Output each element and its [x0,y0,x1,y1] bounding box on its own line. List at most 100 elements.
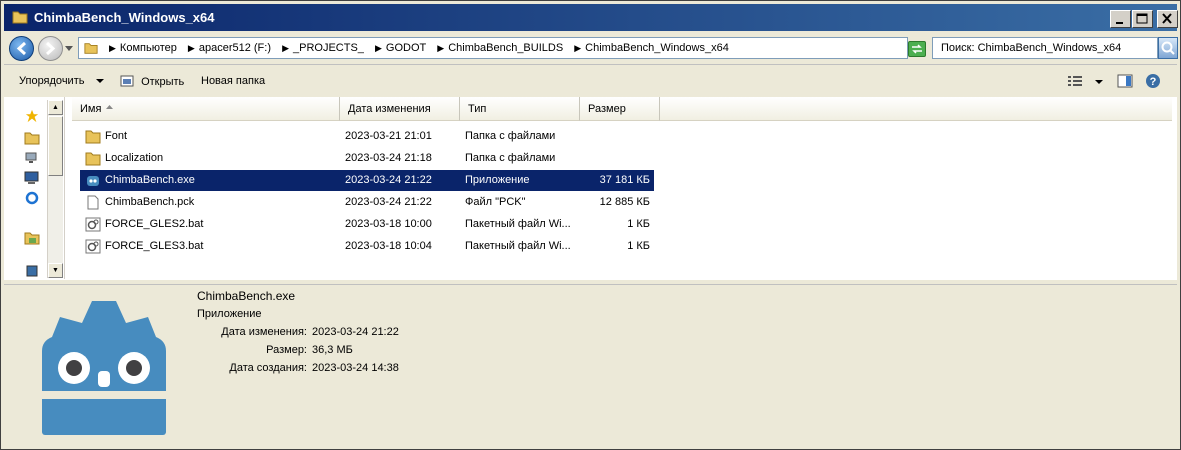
table-row[interactable]: FORCE_GLES2.bat 2023-03-18 10:00 Пакетны… [80,214,654,235]
help-icon[interactable]: ? [1145,73,1161,89]
favorites-star-icon[interactable] [24,109,40,123]
arrow-right-icon [45,41,56,56]
column-header-type[interactable]: Тип [460,97,580,121]
table-row[interactable]: FORCE_GLES3.bat 2023-03-18 10:04 Пакетны… [80,236,654,257]
close-icon [1162,13,1172,24]
back-button[interactable] [9,36,34,61]
file-name: Localization [105,152,164,164]
column-type-label: Тип [468,103,487,115]
column-size-label: Размер [588,103,626,115]
details-pane: ChimbaBench.exe Приложение Дата изменени… [4,285,1177,447]
search-icon [1161,41,1175,55]
sort-ascending-icon [106,105,113,109]
file-date: 2023-03-18 10:00 [345,218,432,230]
view-options-icon[interactable] [1067,74,1083,88]
search-button[interactable] [1158,37,1178,59]
file-date: 2023-03-24 21:18 [345,152,432,164]
scroll-thumb[interactable] [48,116,63,176]
details-size-value: 36,3 МБ [312,344,353,356]
breadcrumb-item-current[interactable]: ChimbaBench_Windows_x64 [585,42,729,54]
open-label: Открыть [141,76,185,88]
details-modified-value: 2023-03-24 21:22 [312,326,399,338]
address-field[interactable]: ▶ Компьютер ▶ apacer512 (F:) ▶ _PROJECTS_ ▶… [78,37,971,59]
title-bar[interactable]: ChimbaBench_Windows_x64 [4,4,1178,31]
recycle-bin-icon[interactable] [24,263,40,277]
open-icon [120,75,134,87]
organize-label: Упорядочить [19,75,85,87]
scroll-up-button[interactable]: ▲ [48,100,63,115]
file-date: 2023-03-24 21:22 [345,196,432,208]
breadcrumb-item-projects[interactable]: _PROJECTS_ [293,42,364,54]
svg-text:?: ? [1150,76,1157,88]
minimize-button[interactable] [1110,10,1131,28]
file-type: Файл "PCK" [465,196,526,208]
file-size: 12 885 КБ [599,196,650,208]
details-created-label: Дата создания: [229,362,307,374]
file-type: Папка с файлами [465,130,556,142]
organize-button[interactable]: Упорядочить [19,75,104,87]
scroll-down-button[interactable]: ▼ [48,263,63,278]
file-type: Пакетный файл Wi... [465,240,571,252]
table-row-selected[interactable]: ChimbaBench.exe 2023-03-24 21:22 Приложе… [80,170,654,191]
godot-icon [42,301,166,435]
nav-scrollbar[interactable]: ▲ ▼ [47,100,63,278]
breadcrumb: ▶ Компьютер ▶ apacer512 (F:) ▶ _PROJECTS_ ▶… [109,42,729,54]
file-type: Пакетный файл Wi... [465,218,571,230]
details-file-name: ChimbaBench.exe [197,289,296,303]
file-date: 2023-03-21 21:01 [345,130,432,142]
file-name: Font [105,130,128,142]
command-bar: Упорядочить Открыть Новая папка ? [4,65,1177,97]
computer-icon[interactable] [24,171,40,185]
file-icon [87,195,99,210]
column-name-label: Имя [80,103,102,115]
close-button[interactable] [1157,10,1178,28]
column-header-name[interactable]: Имя [72,97,340,121]
maximize-button[interactable] [1132,10,1153,28]
column-header-date[interactable]: Дата изменения [340,97,460,121]
window-title: ChimbaBench_Windows_x64 [34,10,215,25]
column-date-label: Дата изменения [348,103,431,115]
file-name: FORCE_GLES2.bat [105,218,204,230]
preview-pane-icon[interactable] [1117,74,1133,88]
search-input[interactable]: Поиск: ChimbaBench_Windows_x64 [932,37,1158,59]
file-size: 37 181 КБ [599,174,650,186]
forward-button[interactable] [38,36,63,61]
file-size: 1 КБ [627,218,650,230]
history-dropdown-icon[interactable] [65,44,73,52]
breadcrumb-item-godot[interactable]: GODOT [386,42,426,54]
batch-file-icon [85,239,101,254]
column-header-size[interactable]: Размер [580,97,660,121]
file-name: FORCE_GLES3.bat [105,240,204,252]
breadcrumb-item-builds[interactable]: ChimbaBench_BUILDS [448,42,563,54]
folder-icon [85,152,101,166]
breadcrumb-item-computer[interactable]: Компьютер [120,42,177,54]
table-row[interactable]: ChimbaBench.pck 2023-03-24 21:22 Файл "P… [80,192,654,213]
file-type: Папка с файлами [465,152,556,164]
folder-icon [85,130,101,144]
navigation-pane[interactable]: ▲ ▼ [4,97,65,279]
breadcrumb-item-drive[interactable]: apacer512 (F:) [199,42,271,54]
maximize-icon [1136,13,1148,24]
arrow-left-icon [16,41,27,56]
refresh-button[interactable] [908,41,926,57]
network-icon[interactable] [24,151,40,165]
new-folder-button[interactable]: Новая папка [201,75,265,87]
address-bar-area: ▶ Компьютер ▶ apacer512 (F:) ▶ _PROJECTS_ ▶… [4,32,1178,65]
table-row[interactable]: Localization 2023-03-24 21:18 Папка с фа… [80,148,654,169]
details-modified-label: Дата изменения: [221,326,307,338]
control-panel-icon[interactable] [24,231,40,245]
file-type: Приложение [465,174,530,186]
folder-icon [84,43,98,54]
minimize-icon [1116,22,1123,24]
view-dropdown-icon[interactable] [1095,79,1103,85]
content-area: ▲ ▼ Имя Дата изменения Тип Размер Font 2… [4,97,1177,279]
folder-icon[interactable] [24,131,40,145]
open-button[interactable]: Открыть [120,75,184,88]
explorer-window: ChimbaBench_Windows_x64 ▶ Компьютер ▶ apac… [0,0,1181,450]
table-row[interactable]: Font 2023-03-21 21:01 Папка с файлами [80,126,654,147]
batch-file-icon [85,217,101,232]
details-size-label: Размер: [266,344,307,356]
internet-explorer-icon[interactable] [24,191,40,205]
file-name: ChimbaBench.pck [105,196,195,208]
folder-icon [12,11,28,24]
